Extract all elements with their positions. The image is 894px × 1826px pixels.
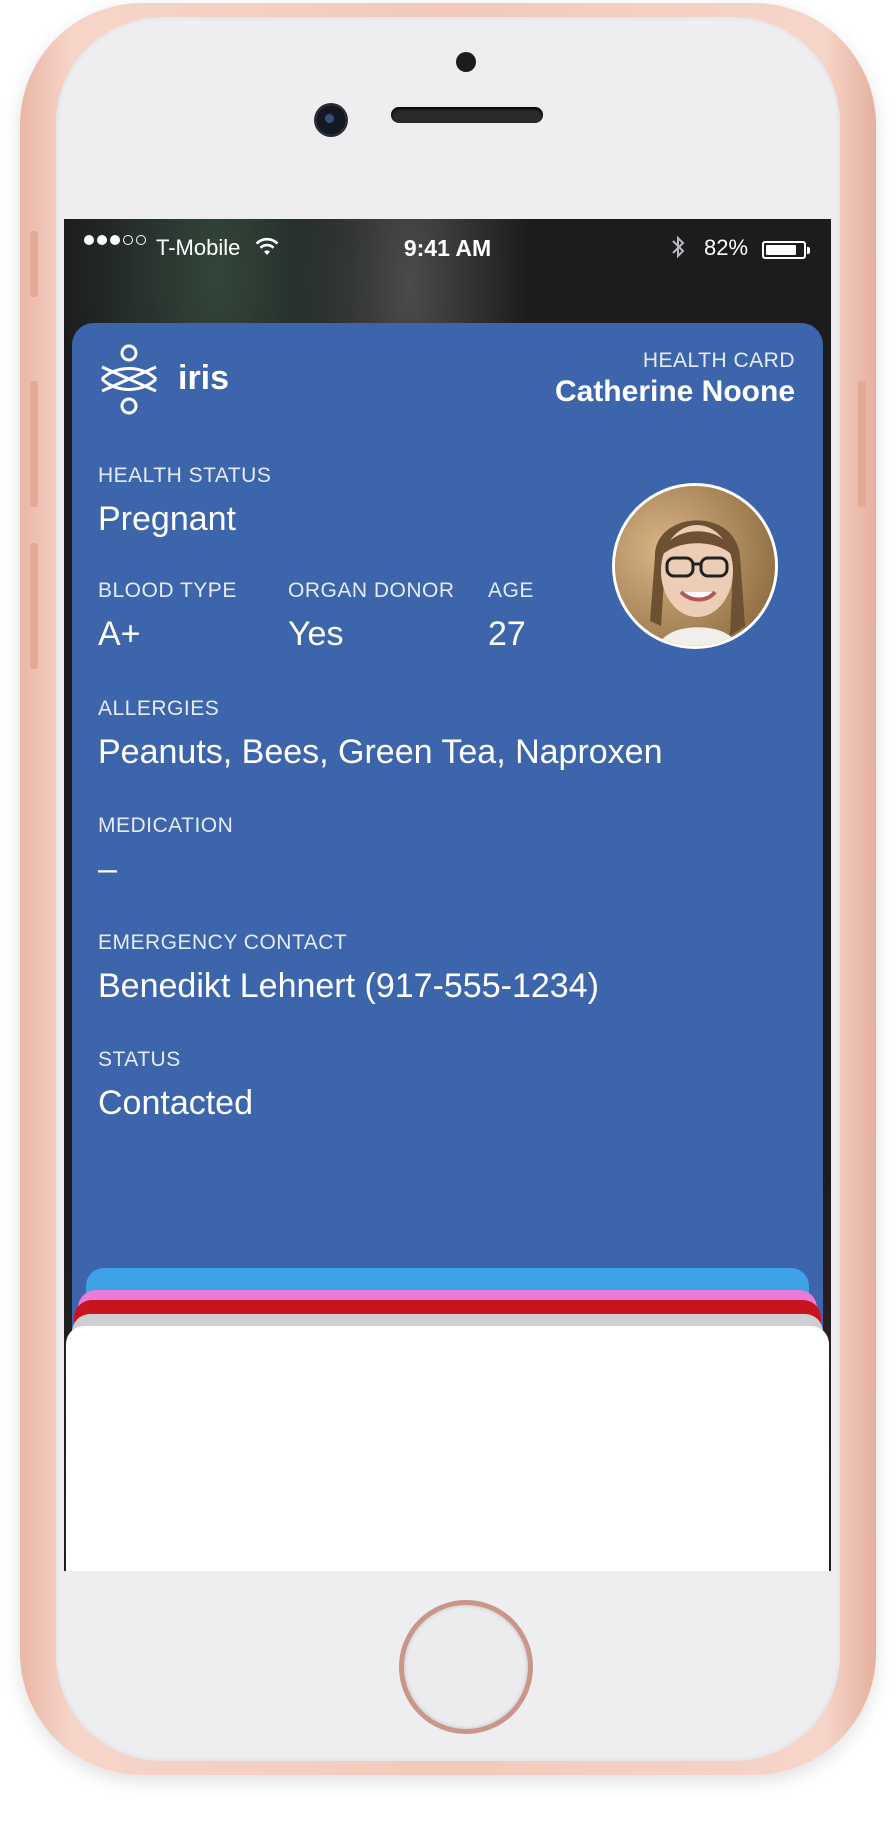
allergies-value: Peanuts, Bees, Green Tea, Naproxen — [98, 733, 663, 771]
front-camera — [316, 105, 346, 135]
card-holder-name: Catherine Noone — [554, 375, 795, 408]
emergency-contact-label: EMERGENCY CONTACT — [98, 931, 348, 954]
medication-label: MEDICATION — [98, 814, 234, 837]
medication-value: – — [98, 850, 117, 888]
blood-type-field: BLOOD TYPE A+ — [98, 578, 237, 656]
mute-switch — [30, 231, 38, 297]
card-type-label: HEALTH CARD — [642, 349, 795, 372]
health-status-label: HEALTH STATUS — [98, 464, 272, 487]
status-field: STATUS Contacted — [98, 1047, 253, 1125]
avatar — [612, 483, 778, 649]
home-button[interactable] — [399, 1600, 533, 1734]
bluetooth-icon — [670, 235, 686, 265]
volume-up-button — [30, 381, 38, 507]
organ-donor-value: Yes — [288, 615, 344, 653]
status-bar: T-Mobile 9:41 AM 82% — [64, 219, 831, 279]
emergency-contact-value: Benedikt Lehnert (917-555-1234) — [98, 967, 599, 1005]
age-value: 27 — [488, 615, 526, 653]
volume-down-button — [30, 543, 38, 669]
battery-icon — [762, 241, 810, 259]
power-button — [858, 381, 866, 507]
allergies-field: ALLERGIES Peanuts, Bees, Green Tea, Napr… — [98, 696, 663, 774]
health-status-field: HEALTH STATUS Pregnant — [98, 463, 271, 541]
health-status-value: Pregnant — [98, 500, 236, 538]
blood-type-label: BLOOD TYPE — [98, 579, 237, 602]
status-value: Contacted — [98, 1084, 253, 1122]
brand-name: iris — [178, 359, 230, 397]
medication-field: MEDICATION – — [98, 813, 233, 891]
battery-percentage: 82% — [704, 235, 749, 260]
phone-screen: T-Mobile 9:41 AM 82% iris HEALTH CARD Ca… — [64, 219, 831, 1571]
allergies-label: ALLERGIES — [98, 697, 220, 720]
status-label: STATUS — [98, 1048, 181, 1071]
proximity-sensor — [456, 52, 476, 72]
emergency-contact-field: EMERGENCY CONTACT Benedikt Lehnert (917-… — [98, 930, 599, 1008]
organ-donor-field: ORGAN DONOR Yes — [288, 578, 455, 656]
blood-type-value: A+ — [98, 615, 141, 653]
age-label: AGE — [488, 579, 534, 602]
health-card-pass[interactable]: iris HEALTH CARD Catherine Noone HEALTH … — [72, 323, 823, 1423]
stacked-pass-5[interactable] — [66, 1326, 829, 1571]
battery-fill — [766, 245, 796, 255]
iris-logo-icon — [100, 344, 158, 415]
earpiece-speaker — [391, 107, 543, 123]
age-field: AGE 27 — [488, 578, 534, 656]
organ-donor-label: ORGAN DONOR — [288, 579, 455, 602]
